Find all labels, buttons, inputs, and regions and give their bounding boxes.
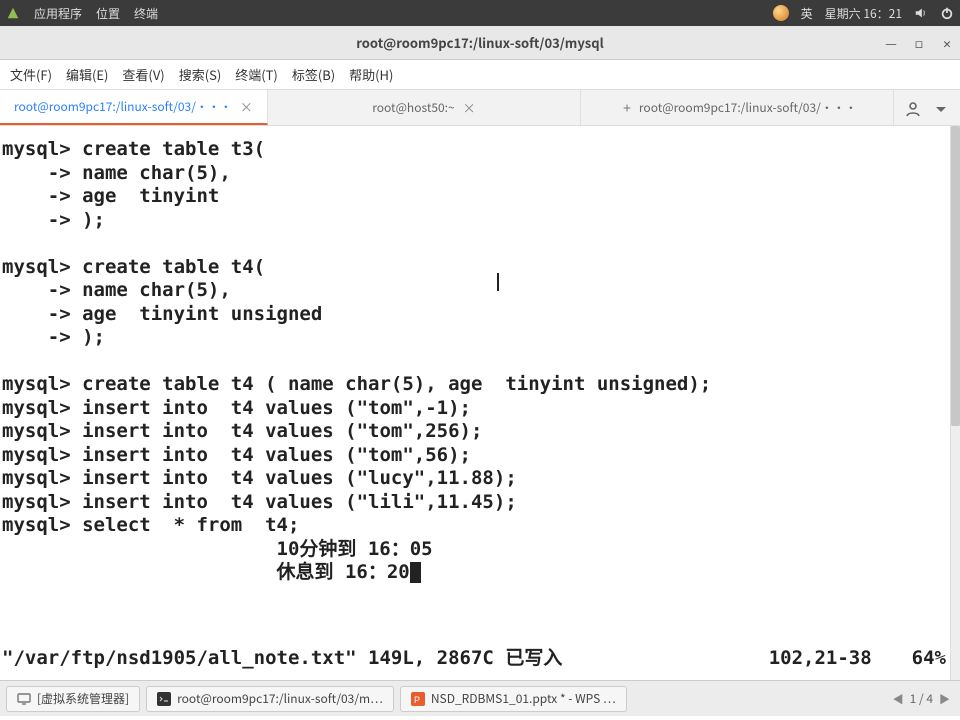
menu-file[interactable]: 文件(F): [10, 65, 52, 84]
volume-icon[interactable]: [914, 6, 928, 20]
terminal-tab-1[interactable]: root@room9pc17:/linux-soft/03/··· ×: [0, 90, 268, 125]
chevron-down-icon[interactable]: [932, 99, 950, 117]
workspace-pager: ◀ 1 / 4 ▶: [893, 690, 960, 707]
activities-icon: [6, 6, 20, 20]
system-top-bar: 应用程序 位置 终端 英 星期六 16：21: [0, 0, 960, 26]
menu-applications[interactable]: 应用程序: [34, 5, 82, 22]
vim-statusline: "/var/ftp/nsd1905/all_note.txt" 149L, 28…: [0, 647, 950, 671]
taskbar-item-label: NSD_RDBMS1_01.pptx * - WPS …: [431, 690, 616, 707]
chevron-left-icon[interactable]: ◀: [893, 691, 904, 707]
taskbar-item-terminal[interactable]: root@room9pc17:/linux-soft/03/m…: [146, 686, 394, 712]
terminal-tabstrip: root@room9pc17:/linux-soft/03/··· × root…: [0, 90, 960, 126]
close-icon[interactable]: ×: [463, 98, 476, 117]
menu-terminal[interactable]: 终端: [134, 5, 158, 22]
svg-text:P: P: [414, 695, 420, 705]
menu-places[interactable]: 位置: [96, 5, 120, 22]
status-message: "/var/ftp/nsd1905/all_note.txt" 149L, 28…: [2, 647, 562, 671]
menu-terminal-m[interactable]: 终端(T): [235, 65, 278, 84]
terminal-tab-2[interactable]: root@host50:~ ×: [268, 90, 581, 125]
terminal-tab-label: root@room9pc17:/linux-soft/03/···: [639, 99, 857, 116]
taskbar-item-vm[interactable]: [虚拟系统管理器]: [6, 686, 140, 712]
text-cursor-icon: [497, 273, 499, 291]
scrollbar-thumb[interactable]: [951, 126, 960, 426]
chevron-right-icon[interactable]: ▶: [939, 691, 950, 707]
terminal-tab-label: root@room9pc17:/linux-soft/03/···: [14, 98, 232, 115]
monitor-icon: [17, 692, 31, 706]
close-button[interactable]: ✕: [940, 36, 954, 50]
window-titlebar: root@room9pc17:/linux-soft/03/mysql — ◻ …: [0, 26, 960, 60]
menu-view[interactable]: 查看(V): [122, 65, 164, 84]
plus-icon[interactable]: +: [617, 98, 631, 118]
window-title: root@room9pc17:/linux-soft/03/mysql: [356, 33, 603, 52]
taskbar-item-label: [虚拟系统管理器]: [37, 690, 129, 707]
terminal-tab-3[interactable]: + root@room9pc17:/linux-soft/03/···: [581, 90, 894, 125]
terminal-viewport[interactable]: mysql> create table t3( -> name char(5),…: [0, 126, 960, 680]
desktop-taskbar: [虚拟系统管理器] root@room9pc17:/linux-soft/03/…: [0, 680, 960, 716]
app-menubar: 文件(F) 编辑(E) 查看(V) 搜索(S) 终端(T) 标签(B) 帮助(H…: [0, 60, 960, 90]
presentation-icon: P: [411, 692, 425, 706]
minimize-button[interactable]: —: [884, 36, 898, 50]
terminal-content: mysql> create table t3( -> name char(5),…: [0, 138, 960, 585]
status-percent: 64%: [912, 647, 946, 671]
terminal-tab-label: root@host50:~: [372, 99, 454, 116]
profile-icon[interactable]: [904, 99, 922, 117]
maximize-button[interactable]: ◻: [912, 36, 926, 50]
menu-tabs[interactable]: 标签(B): [292, 65, 335, 84]
terminal-icon: [157, 692, 171, 706]
notification-icon[interactable]: [773, 5, 789, 21]
workspace-indicator: 1 / 4: [910, 690, 933, 707]
menu-search[interactable]: 搜索(S): [179, 65, 222, 84]
status-position: 102,21-38: [769, 647, 912, 671]
power-icon[interactable]: [940, 6, 954, 20]
close-icon[interactable]: ×: [240, 97, 253, 116]
menu-edit[interactable]: 编辑(E): [66, 65, 108, 84]
taskbar-item-wps[interactable]: P NSD_RDBMS1_01.pptx * - WPS …: [400, 686, 627, 712]
ime-indicator[interactable]: 英: [801, 5, 813, 22]
menu-help[interactable]: 帮助(H): [349, 65, 393, 84]
clock-label: 星期六 16：21: [825, 5, 902, 22]
scrollbar[interactable]: [950, 126, 960, 680]
taskbar-item-label: root@room9pc17:/linux-soft/03/m…: [177, 690, 383, 707]
